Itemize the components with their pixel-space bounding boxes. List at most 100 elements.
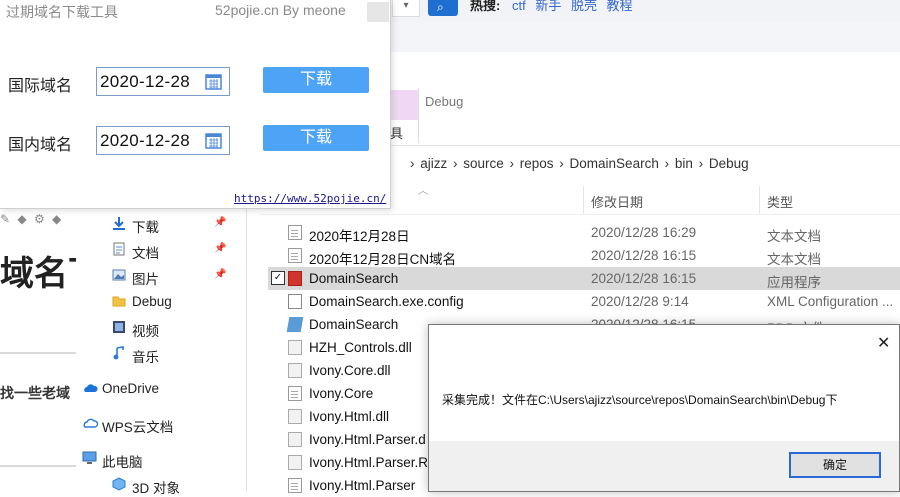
file-name: Ivony.Html.Parser.R [309,455,429,470]
file-name: DomainSearch [309,317,399,332]
nav-item-wps-cloud[interactable]: WPS云文档 [46,413,216,435]
file-type: XML Configuration ... [767,294,894,309]
nav-item-music[interactable]: 音乐 [76,343,246,365]
dll-file-icon [288,363,302,378]
picture-icon [112,268,126,282]
nav-item-documents[interactable]: 文档 📌 [76,239,246,261]
explorer-ribbon [390,85,900,146]
file-name: DomainSearch [309,271,399,286]
dll-file-icon [288,432,302,447]
computer-icon [82,451,97,465]
file-name: HZH_Controls.dll [309,340,412,355]
ribbon-separator [418,88,419,143]
window-close-button[interactable] [367,2,389,22]
intl-download-button[interactable]: 下载 [263,67,369,93]
dialog-footer: 确定 [429,441,899,491]
nav-item-label: 文档 [132,246,159,261]
file-row[interactable]: 2020年12月28日 2020/12/28 16:29 文本文档 [268,221,900,244]
download-arrow-icon [112,216,126,230]
file-row[interactable]: 2020年12月28日CN域名 2020/12/28 16:15 文本文档 [268,244,900,267]
breadcrumb[interactable]: › ajizz › source › repos › DomainSearch … [410,156,749,171]
intl-date-picker[interactable]: 2020-12-28 [96,67,230,96]
file-name: Ivony.Html.Parser [309,478,416,493]
address-bar[interactable]: › ajizz › source › repos › DomainSearch … [390,152,900,176]
nav-item-label: 音乐 [132,350,159,365]
nav-item-videos[interactable]: 视频 [76,317,246,339]
file-row-selected[interactable]: ✓ DomainSearch 2020/12/28 16:15 应用程序 [268,267,900,290]
file-name: 2020年12月28日 [309,229,410,244]
nav-item-label: OneDrive [102,381,160,396]
message-dialog: ✕ 采集完成！文件在C:\Users\ajizz\source\repos\Do… [428,324,900,492]
row-checkbox[interactable]: ✓ [271,271,285,285]
calendar-icon[interactable] [205,132,222,149]
pin-icon: 📌 [214,217,227,228]
nav-item-pictures[interactable]: 图片 📌 [76,265,246,287]
pin-icon: 📌 [214,269,227,280]
nav-item-label: WPS云文档 [102,420,174,435]
explorer-title: Debug [425,94,464,109]
ribbon-context-tab[interactable] [390,90,418,120]
hot-search-label: 热搜: [470,0,501,13]
domain-download-tool-window: 过期域名下载工具 52pojie.cn By meone 国际域名 2020-1… [0,0,391,209]
ribbon-tools-label[interactable]: 具 [390,123,403,142]
search-icon: ⌕ [437,0,444,14]
ok-button[interactable]: 确定 [789,452,881,478]
file-name: Ivony.Core.dll [309,363,391,378]
nav-item-downloads[interactable]: 下载 📌 [76,213,246,235]
document-icon [112,242,126,256]
dropdown-button[interactable]: ▾ [392,0,420,17]
config-file-icon [288,294,302,309]
cn-date-picker[interactable]: 2020-12-28 [96,126,230,155]
hot-search-links[interactable]: ctf 新手 脱壳 教程 [512,0,633,14]
app-icon [288,271,302,286]
window-brand: 52pojie.cn By meone [215,2,346,18]
file-type: 应用程序 [767,275,821,290]
site-link[interactable]: https://www.52pojie.cn/ [234,192,386,205]
blank-file-icon [288,478,302,493]
search-button[interactable]: ⌕ [428,0,458,16]
nav-item-label: 下载 [132,220,159,235]
cn-download-button[interactable]: 下载 [263,125,369,151]
nav-item-onedrive[interactable]: OneDrive [46,378,216,400]
blank-file-icon [288,386,302,401]
file-type: 文本文档 [767,229,821,244]
close-icon[interactable]: ✕ [877,333,890,353]
cloud-icon [82,381,98,395]
file-name: Ivony.Html.Parser.d [309,432,426,447]
dll-file-icon [288,455,302,470]
file-name: DomainSearch.exe.config [309,294,464,309]
column-divider[interactable] [759,186,760,214]
browser-bar [390,0,900,52]
file-date: 2020/12/28 16:15 [591,248,697,263]
message-text: 采集完成！文件在C:\Users\ajizz\source\repos\Doma… [442,393,838,407]
file-name: 2020年12月28日CN域名 [309,252,457,267]
file-row[interactable]: DomainSearch.exe.config 2020/12/28 9:14 … [268,290,900,313]
dll-file-icon [288,340,302,355]
text-file-icon [288,248,302,263]
date-value: 2020-12-28 [100,131,190,150]
nav-item-label: Debug [132,294,172,309]
intl-domain-label: 国际域名 [8,78,73,95]
web-divider [0,352,80,354]
text-file-icon [288,225,302,240]
nav-item-label: 3D 对象 [132,481,181,496]
dll-file-icon [288,409,302,424]
folder-icon [112,294,126,308]
nav-item-label: 图片 [132,272,159,287]
file-date: 2020/12/28 9:14 [591,294,689,309]
column-header-date[interactable]: 修改日期 [591,192,643,211]
file-type: 文本文档 [767,252,821,267]
file-name: Ivony.Html.dll [309,409,390,424]
nav-item-label: 视频 [132,324,159,339]
column-divider[interactable] [583,186,584,214]
nav-item-this-pc[interactable]: 此电脑 [46,448,216,470]
file-date: 2020/12/28 16:15 [591,271,697,286]
pin-icon: 📌 [214,243,227,254]
cube-icon [112,477,126,491]
calendar-icon[interactable] [205,73,222,90]
nav-item-label: 此电脑 [102,455,143,470]
nav-item-3d-objects[interactable]: 3D 对象 [76,474,246,496]
nav-item-debug[interactable]: Debug [76,291,246,313]
column-header-type[interactable]: 类型 [767,192,793,211]
file-name: Ivony.Core [309,386,374,401]
